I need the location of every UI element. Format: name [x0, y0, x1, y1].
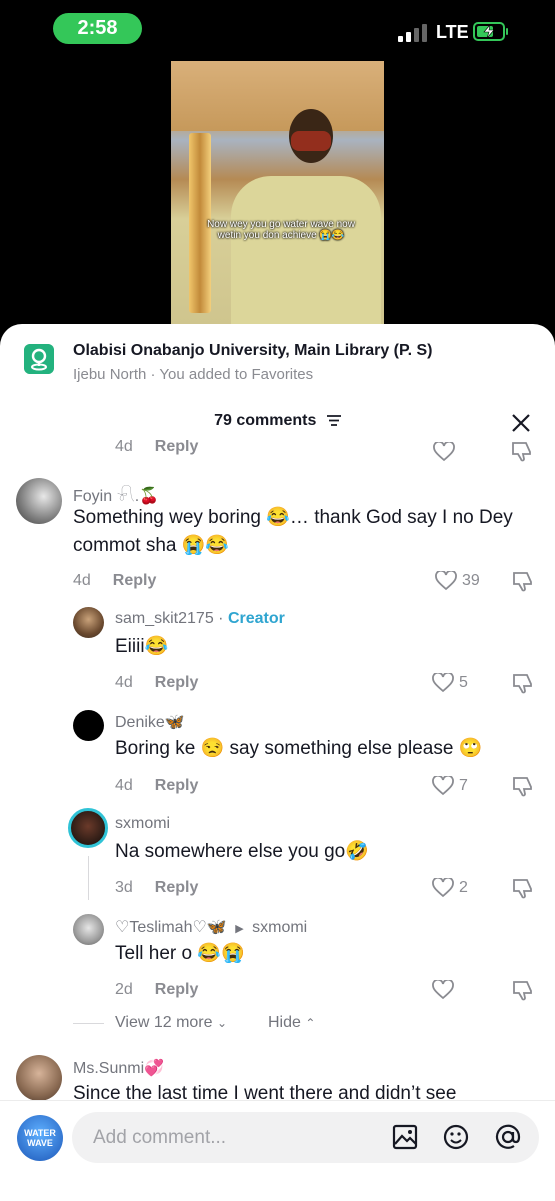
- dislike-icon[interactable]: [510, 440, 532, 462]
- comment-username[interactable]: ♡Teslimah♡🦋 ▶ sxmomi: [115, 917, 307, 937]
- dislike-icon[interactable]: [511, 775, 533, 797]
- image-icon[interactable]: [392, 1124, 418, 1150]
- creator-badge: Creator: [227, 610, 285, 627]
- user-avatar[interactable]: WATER WAVE: [17, 1115, 63, 1161]
- like-count: 2: [459, 879, 468, 896]
- mention-icon[interactable]: [495, 1124, 521, 1150]
- emoji-icon[interactable]: [443, 1124, 469, 1150]
- comment-age: 4d: [115, 440, 133, 455]
- comment-username[interactable]: sam_skit2175 · Creator: [115, 610, 285, 628]
- like-count: 39: [462, 572, 480, 589]
- comments-header: 79 comments: [0, 412, 555, 430]
- username-text[interactable]: ♡Teslimah♡🦋: [115, 919, 227, 936]
- comment-text: Since the last time I went there and did…: [73, 1083, 457, 1102]
- reply-button[interactable]: Reply: [113, 572, 157, 589]
- prev-comment-meta: 4d Reply: [115, 440, 198, 456]
- status-time: 2:58: [53, 13, 142, 44]
- comment-age: 4d: [115, 777, 133, 794]
- comment-meta: 2d Reply: [115, 981, 198, 999]
- location-subtitle: Ijebu North · You added to Favorites: [73, 366, 314, 383]
- avatar[interactable]: [73, 710, 104, 741]
- comment-meta: 4d Reply: [73, 572, 156, 590]
- battery-icon: [473, 22, 508, 41]
- comment-text: Something wey boring 😂… thank God say I …: [73, 507, 513, 556]
- comment-text: Tell her o 😂😭: [115, 943, 245, 964]
- person-shirt: [231, 176, 381, 324]
- comment-meta: 3d Reply: [115, 879, 198, 897]
- avatar[interactable]: [16, 478, 62, 524]
- comment-age: 4d: [73, 572, 91, 589]
- status-bar: 2:58 LTE: [0, 0, 555, 60]
- comment-username[interactable]: Ms.Sunmi💞: [73, 1058, 164, 1078]
- comment-age: 4d: [115, 674, 133, 691]
- heart-icon[interactable]: [433, 442, 455, 462]
- divider: [73, 1023, 104, 1024]
- comment-text: Na somewhere else you go🤣: [115, 841, 369, 862]
- comment-input[interactable]: Add comment...: [72, 1112, 539, 1163]
- chevron-up-icon: ⌃: [305, 1016, 316, 1030]
- chevron-down-icon: ⌄: [216, 1016, 228, 1030]
- ceiling: [171, 61, 384, 131]
- network-label: LTE: [436, 22, 469, 42]
- close-icon[interactable]: [511, 413, 531, 433]
- dislike-icon[interactable]: [511, 877, 533, 899]
- heart-icon[interactable]: [432, 776, 454, 796]
- username-text[interactable]: sam_skit2175: [115, 610, 214, 627]
- like-count: 7: [459, 777, 468, 794]
- face-paint: [291, 131, 331, 151]
- comment-input-placeholder[interactable]: Add comment...: [93, 1127, 226, 1149]
- reply-button[interactable]: Reply: [155, 777, 199, 794]
- avatar[interactable]: [73, 607, 104, 638]
- signal-icon: [398, 22, 430, 42]
- reply-button[interactable]: Reply: [155, 879, 199, 896]
- map-pin-icon[interactable]: [24, 344, 54, 374]
- reply-arrow-icon: ▶: [235, 923, 244, 935]
- comment-age: 2d: [115, 981, 133, 998]
- reply-button[interactable]: Reply: [155, 674, 199, 691]
- comment-username[interactable]: Denike🦋: [115, 712, 185, 732]
- comment-age: 3d: [115, 879, 133, 896]
- dislike-icon[interactable]: [511, 979, 533, 1001]
- heart-icon[interactable]: [432, 878, 454, 898]
- heart-icon[interactable]: [435, 571, 457, 591]
- view-more-label[interactable]: View 12 more: [115, 1014, 213, 1031]
- comment-meta: 4d Reply: [115, 674, 198, 692]
- video-caption: Now wey you go water wave now wetin you …: [207, 219, 355, 241]
- hide-label[interactable]: Hide: [268, 1014, 301, 1031]
- avatar[interactable]: [73, 914, 104, 945]
- comment-text: Eiiii😂: [115, 636, 169, 657]
- reply-to-username[interactable]: sxmomi: [252, 919, 307, 936]
- view-more-replies-button[interactable]: View 12 more ⌄: [115, 1014, 227, 1032]
- video-thumbnail[interactable]: Now wey you go water wave now wetin you …: [171, 61, 384, 324]
- comment-text: Boring ke 😒 say something else please 🙄: [115, 738, 483, 759]
- like-count: 5: [459, 674, 468, 691]
- comment-meta: 4d Reply: [115, 777, 198, 795]
- thread-line: [88, 856, 89, 900]
- hide-replies-button[interactable]: Hide ⌃: [268, 1014, 315, 1032]
- dislike-icon[interactable]: [511, 672, 533, 694]
- comment-username[interactable]: sxmomi: [115, 815, 170, 833]
- reply-button[interactable]: Reply: [155, 981, 199, 998]
- location-title[interactable]: Olabisi Onabanjo University, Main Librar…: [73, 342, 433, 360]
- heart-icon[interactable]: [432, 980, 454, 1000]
- avatar[interactable]: [68, 808, 108, 848]
- reply-button[interactable]: Reply: [155, 440, 199, 455]
- comments-count: 79 comments: [214, 412, 317, 429]
- dislike-icon[interactable]: [511, 570, 533, 592]
- avatar[interactable]: [16, 1055, 62, 1101]
- menu-icon[interactable]: [326, 415, 341, 427]
- avatar-label: WATER WAVE: [24, 1128, 56, 1148]
- heart-icon[interactable]: [432, 673, 454, 693]
